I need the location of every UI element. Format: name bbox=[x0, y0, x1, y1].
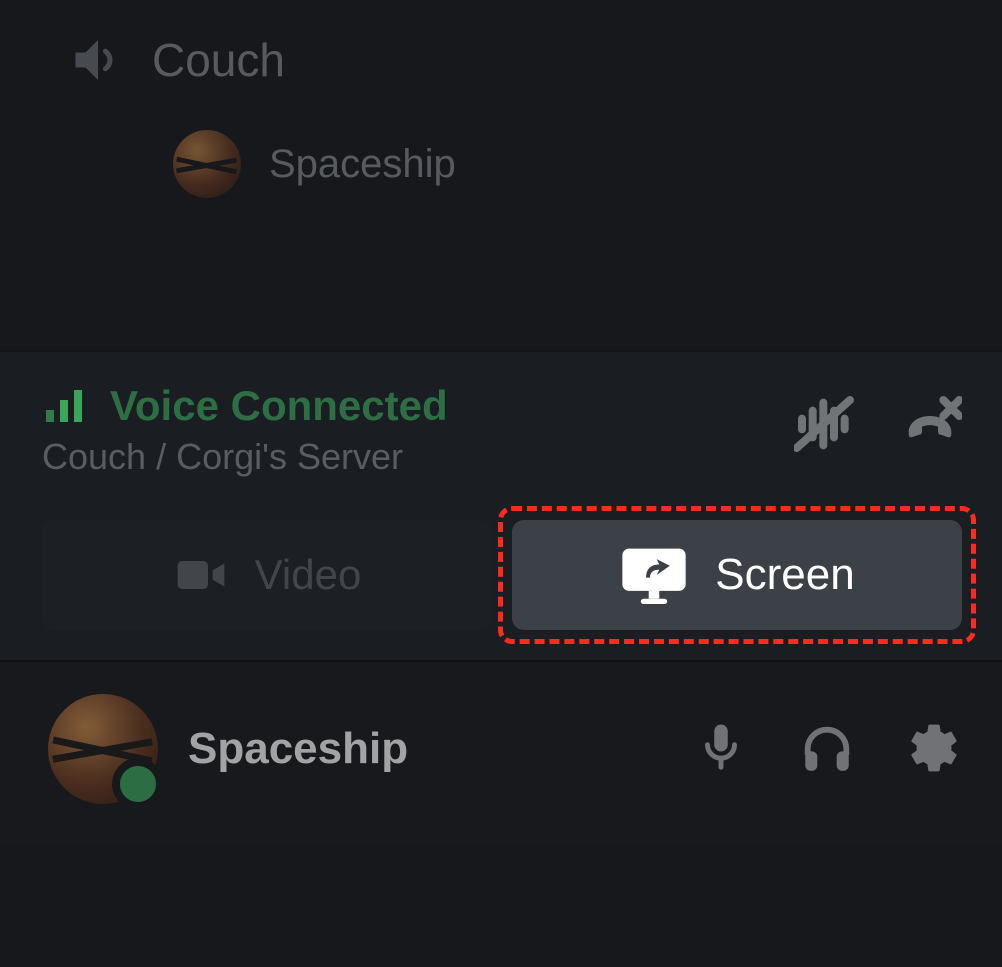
member-avatar bbox=[173, 130, 241, 198]
voice-status-info: Voice Connected Couch / Corgi's Server bbox=[42, 382, 448, 478]
screen-share-icon bbox=[619, 546, 689, 604]
video-button[interactable]: Video bbox=[42, 520, 492, 630]
user-footer: Spaceship bbox=[0, 660, 1002, 844]
voice-action-row: Video Screen bbox=[42, 520, 962, 630]
status-indicator-online bbox=[112, 758, 164, 810]
voice-status-row: Voice Connected Couch / Corgi's Server bbox=[42, 382, 962, 478]
voice-connected-label[interactable]: Voice Connected bbox=[110, 382, 448, 430]
noise-suppression-icon[interactable] bbox=[794, 392, 858, 456]
voice-location[interactable]: Couch / Corgi's Server bbox=[42, 436, 448, 478]
signal-icon bbox=[42, 382, 90, 430]
voice-channel-member[interactable]: Spaceship bbox=[173, 130, 1002, 198]
headphones-icon[interactable] bbox=[798, 720, 856, 778]
disconnect-icon[interactable] bbox=[898, 392, 962, 456]
self-avatar[interactable] bbox=[48, 694, 158, 804]
voice-status-panel: Voice Connected Couch / Corgi's Server bbox=[0, 350, 1002, 660]
speaker-icon bbox=[68, 30, 128, 90]
voice-channel-name: Couch bbox=[152, 33, 285, 87]
microphone-icon[interactable] bbox=[694, 720, 748, 778]
screen-share-button[interactable]: Screen bbox=[512, 520, 962, 630]
screen-share-button-label: Screen bbox=[715, 550, 854, 600]
member-name: Spaceship bbox=[269, 142, 456, 187]
video-camera-icon bbox=[173, 547, 229, 603]
channel-list: Couch Spaceship bbox=[0, 0, 1002, 350]
voice-channel-couch[interactable]: Couch bbox=[68, 30, 1002, 90]
discord-voice-panel: Couch Spaceship Voice Connected bbox=[0, 0, 1002, 967]
gear-icon[interactable] bbox=[906, 720, 962, 778]
video-button-label: Video bbox=[255, 551, 362, 599]
self-username[interactable]: Spaceship bbox=[188, 724, 408, 774]
